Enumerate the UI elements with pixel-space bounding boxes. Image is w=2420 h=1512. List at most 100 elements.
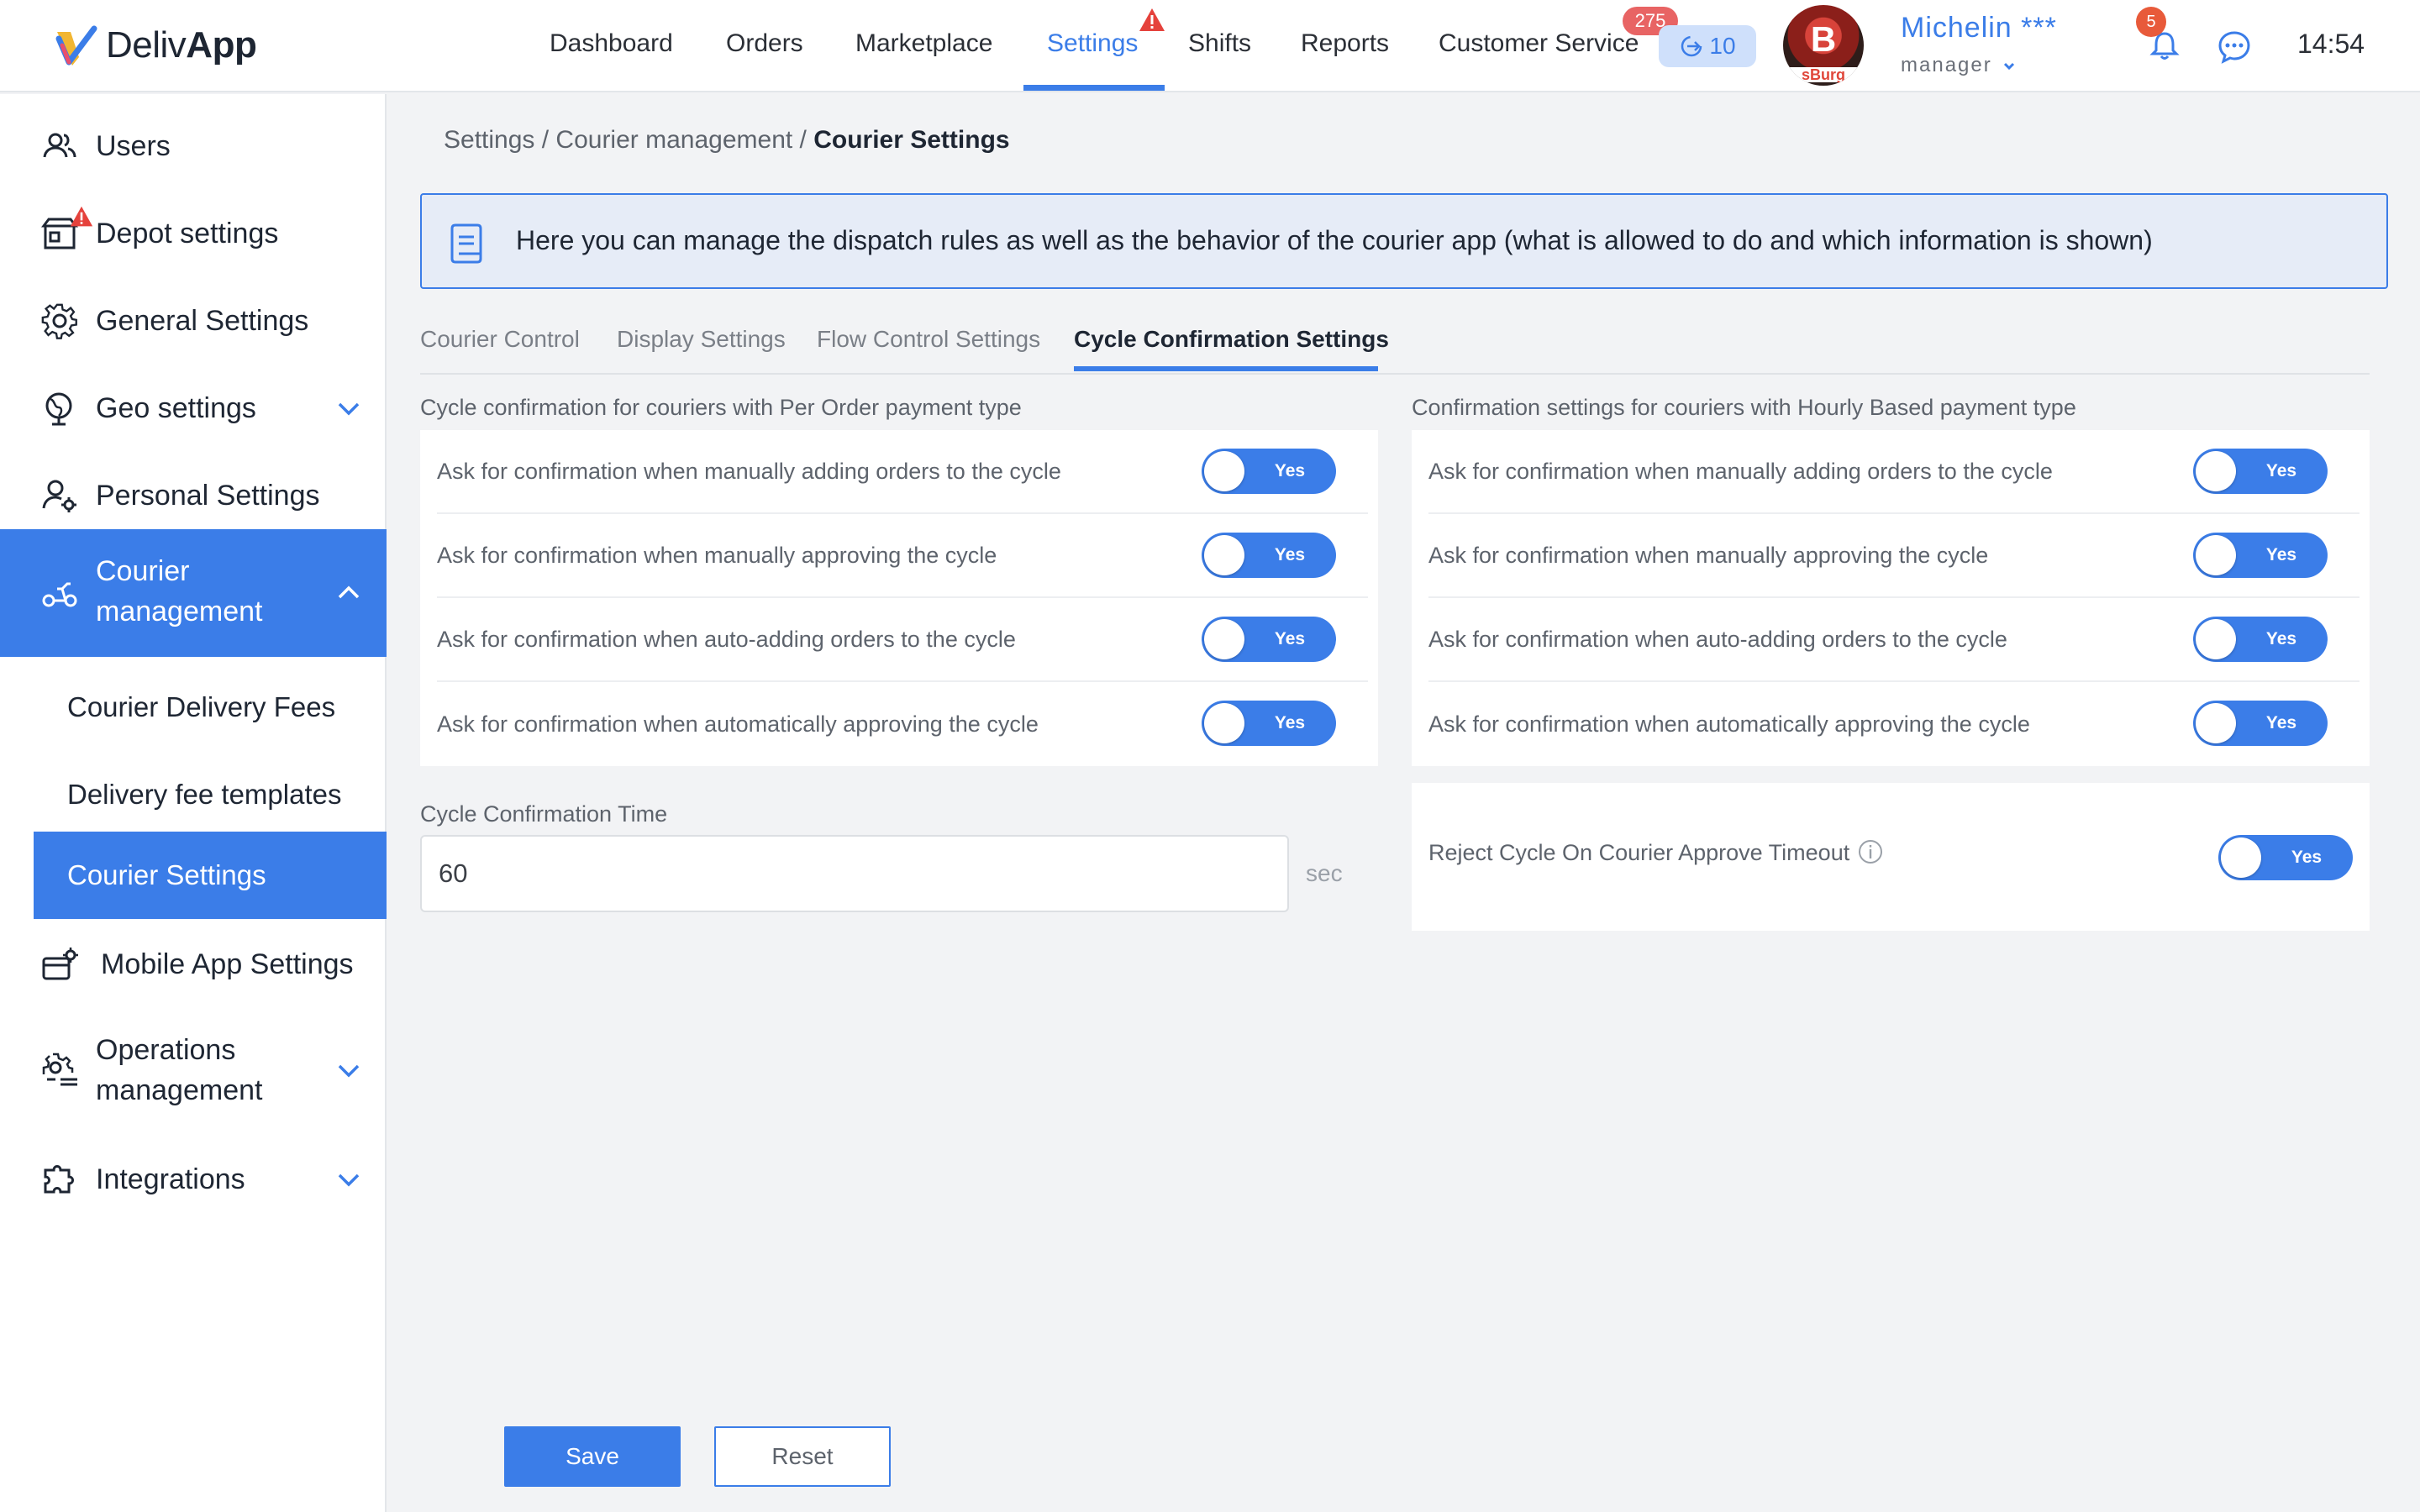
chevron-down-icon[interactable] [334,1165,363,1194]
breadcrumb-path[interactable]: Settings / Courier management / [444,126,813,154]
globe-icon [45,392,72,426]
app-logo[interactable]: DelivApp [50,18,257,72]
toggle-switch[interactable]: Yes [1202,449,1336,494]
toggle-switch[interactable]: Yes [1202,533,1336,578]
queue-count: 10 [1709,33,1736,59]
row-label: Ask for confirmation when manually appro… [1428,542,1989,568]
chevron-down-icon[interactable] [334,394,363,423]
chevron-down-icon[interactable] [334,1056,363,1084]
row-label: Ask for confirmation when automatically … [1428,711,2030,737]
warning-icon [1139,8,1165,31]
nav-marketplace[interactable]: Marketplace [855,0,992,91]
list-item: Ask for confirmation when automatically … [1428,682,2360,766]
users-icon [43,133,76,158]
reject-timeout-toggle[interactable]: Yes [2218,835,2353,880]
toggle-switch[interactable]: Yes [1202,617,1336,662]
sidebar-item-integrations[interactable]: Integrations [0,1146,387,1213]
tab-courier-control[interactable]: Courier Control [420,326,580,353]
sidebar-label-integrations: Integrations [96,1163,245,1195]
row-label: Ask for confirmation when auto-adding or… [437,626,1016,652]
list-item: Ask for confirmation when auto-adding or… [437,598,1368,682]
toggle-switch[interactable]: Yes [2193,533,2328,578]
sidebar-label-general: General Settings [96,305,309,337]
sidebar-subitem-courier-settings[interactable]: Courier Settings [34,832,387,919]
document-icon [450,223,482,264]
sidebar-label-operations: Operations management [96,1034,263,1106]
row-label: Ask for confirmation when manually addin… [437,458,1061,484]
queue-pill[interactable]: 10 [1659,25,1756,67]
toggle-switch[interactable]: Yes [2193,701,2328,746]
tab-flow-control[interactable]: Flow Control Settings [817,326,1040,353]
list-item: Ask for confirmation when manually appro… [1428,514,2360,598]
tab-cycle-confirmation[interactable]: Cycle Confirmation Settings [1074,326,1389,353]
logout-arrow-icon [1681,35,1702,57]
breadcrumb: Settings / Courier management / Courier … [444,126,1010,155]
nav-dashboard[interactable]: Dashboard [550,0,673,91]
settings-tabs: Courier Control Display Settings Flow Co… [420,319,2370,375]
list-item: Ask for confirmation when automatically … [437,682,1368,766]
per-order-panel: Ask for confirmation when manually addin… [420,430,1378,766]
app-name: DelivApp [106,24,257,66]
avatar[interactable]: B sBurg [1783,5,1864,86]
sidebar-subitem-courier-fees[interactable]: Courier Delivery Fees [34,664,387,751]
nav-settings[interactable]: Settings [1047,0,1138,91]
user-name[interactable]: Michelin *** [1901,12,2057,45]
sidebar-item-courier-management[interactable]: Courier management [0,529,387,657]
sidebar-label-users: Users [96,130,171,162]
breadcrumb-current: Courier Settings [813,126,1010,154]
scooter-icon [42,582,77,607]
user-settings-icon [42,480,76,512]
sidebar-item-geo[interactable]: Geo settings [0,375,387,442]
cog-list-icon [42,1053,77,1086]
chevron-down-icon [2004,62,2015,71]
tab-active-indicator [1074,366,1378,371]
toggle-switch[interactable]: Yes [2193,617,2328,662]
cycle-time-unit: sec [1306,860,1343,886]
nav-customer-service[interactable]: Customer Service [1439,0,1639,91]
row-label: Ask for confirmation when manually addin… [1428,458,2053,484]
toggle-switch[interactable]: Yes [2193,449,2328,494]
hourly-panel: Ask for confirmation when manually addin… [1412,430,2370,766]
avatar-subtext: sBurg [1783,67,1864,82]
row-label: Ask for confirmation when automatically … [437,711,1039,737]
sidebar-subitem-fee-templates[interactable]: Delivery fee templates [34,751,387,838]
list-item: Ask for confirmation when manually appro… [437,514,1368,598]
reject-timeout-panel: Reject Cycle On Courier Approve Timeout … [1412,783,2370,931]
sidebar-label-mobile-app: Mobile App Settings [101,948,354,980]
nav-shifts[interactable]: Shifts [1188,0,1251,91]
chevron-up-icon[interactable] [334,579,363,607]
app-settings-icon [42,948,78,980]
nav-active-indicator [1023,85,1165,91]
sidebar-item-mobile-app[interactable]: Mobile App Settings [0,931,387,998]
notification-count-badge: 5 [2136,7,2166,37]
sidebar-item-users[interactable]: Users [0,113,387,180]
sidebar-label-personal: Personal Settings [96,480,320,512]
cycle-time-input[interactable]: 60 [420,835,1289,912]
sidebar-label-geo: Geo settings [96,392,256,424]
nav-orders[interactable]: Orders [726,0,803,91]
sidebar-label-depot: Depot settings [96,218,279,249]
sidebar-item-personal[interactable]: Personal Settings [0,462,387,529]
puzzle-icon [44,1165,74,1194]
toggle-switch[interactable]: Yes [1202,701,1336,746]
nav-reports[interactable]: Reports [1301,0,1389,91]
info-text: Here you can manage the dispatch rules a… [516,225,2153,255]
chat-icon[interactable] [2217,29,2252,64]
row-label: Ask for confirmation when auto-adding or… [1428,626,2007,652]
list-item: Ask for confirmation when manually addin… [1428,430,2360,514]
warning-icon [70,206,93,227]
tab-display-settings[interactable]: Display Settings [617,326,786,353]
sidebar-item-general[interactable]: General Settings [0,287,387,354]
clock: 14:54 [2297,29,2365,59]
sidebar-item-operations[interactable]: Operations management [0,1018,387,1122]
sidebar-item-depot[interactable]: Depot settings [0,200,387,267]
save-button[interactable]: Save [504,1426,681,1487]
list-item: Ask for confirmation when manually addin… [437,430,1368,514]
sidebar: Users Depot settings General Settings Ge… [0,94,387,1512]
user-role-dropdown[interactable]: manager [1901,54,2016,77]
reset-button[interactable]: Reset [714,1426,891,1487]
sidebar-label-courier-management: Courier management [96,555,263,627]
deliv-app-logo-icon [55,25,97,66]
info-icon[interactable] [1857,838,1884,865]
list-item: Ask for confirmation when auto-adding or… [1428,598,2360,682]
